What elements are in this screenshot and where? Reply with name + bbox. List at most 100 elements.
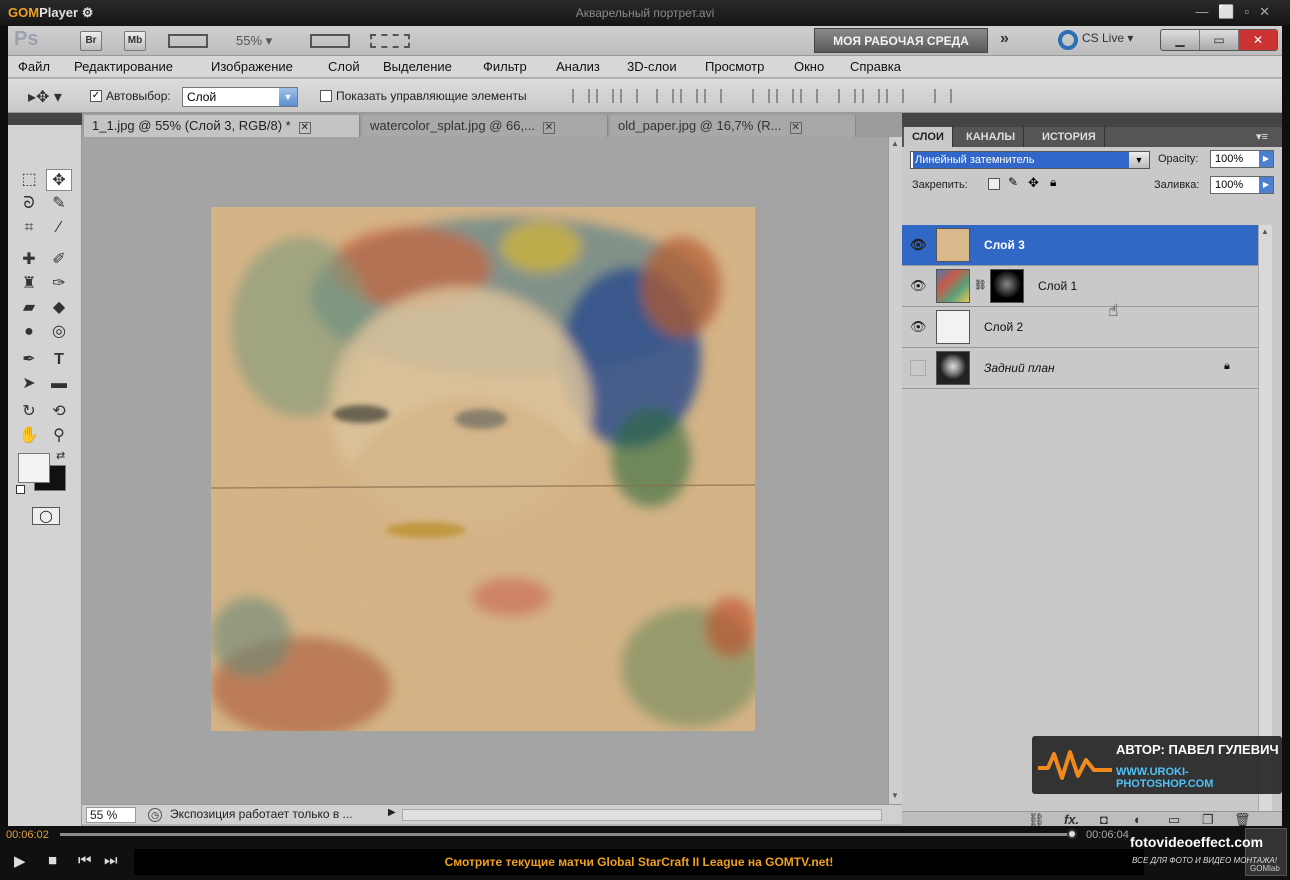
- lock-position-icon[interactable]: ✥: [1028, 175, 1039, 191]
- layers-scrollbar[interactable]: ▲: [1258, 225, 1272, 815]
- previous-icon[interactable]: ⏮︎: [78, 852, 92, 869]
- panel-dock-header[interactable]: [902, 113, 1282, 127]
- quick-mask-icon[interactable]: ◯: [32, 507, 60, 525]
- layer-name[interactable]: Слой 2: [984, 320, 1023, 334]
- fill-field[interactable]: 100% ▶: [1210, 176, 1274, 194]
- mask-icon[interactable]: ◘: [1100, 812, 1108, 827]
- tab-document-1[interactable]: 1_1.jpg @ 55% (Слой 3, RGB/8) * ✕: [84, 115, 360, 137]
- align-top-icon[interactable]: [572, 89, 590, 103]
- scroll-down-icon[interactable]: ▼: [891, 791, 899, 800]
- tab-channels[interactable]: КАНАЛЫ: [958, 127, 1025, 147]
- close-icon[interactable]: ✕: [789, 122, 802, 134]
- opacity-field[interactable]: 100% ▶: [1210, 150, 1274, 168]
- adjustment-icon[interactable]: ◐: [1134, 812, 1142, 827]
- menu-select[interactable]: Выделение: [383, 59, 452, 74]
- show-controls-checkbox[interactable]: [320, 90, 332, 102]
- seek-bar[interactable]: [60, 833, 1074, 836]
- 3d-rotate-icon[interactable]: ↻: [16, 401, 42, 423]
- eye-icon[interactable]: 👁︎: [910, 237, 927, 253]
- scroll-up-icon[interactable]: ▲: [891, 139, 899, 148]
- close-icon[interactable]: ✕: [1239, 30, 1277, 50]
- lock-all-icon[interactable]: 🔒︎: [1050, 175, 1056, 190]
- pen-tool-icon[interactable]: ✒: [16, 349, 42, 371]
- healing-brush-icon[interactable]: ✚: [16, 249, 42, 271]
- move-tool-icon[interactable]: ✥: [46, 169, 72, 191]
- history-brush-icon[interactable]: ✑: [46, 273, 72, 295]
- layer-name[interactable]: Задний план: [984, 361, 1055, 375]
- distribute-bottom-icon[interactable]: [800, 89, 818, 103]
- clone-stamp-icon[interactable]: ♜: [16, 273, 42, 295]
- tab-document-3[interactable]: old_paper.jpg @ 16,7% (R... ✕: [610, 115, 856, 137]
- news-ticker[interactable]: Смотрите текущие матчи Global StarCraft …: [134, 849, 1144, 875]
- tools-panel-header[interactable]: [8, 113, 82, 125]
- layer-row[interactable]: 👁︎ ⛓︎ Слой 1: [902, 266, 1258, 307]
- menu-analysis[interactable]: Анализ: [556, 59, 600, 74]
- stop-icon[interactable]: ■: [48, 852, 57, 869]
- marquee-tool-icon[interactable]: ⬚: [16, 169, 42, 191]
- align-hcenter-icon[interactable]: [680, 89, 698, 103]
- scroll-up-icon[interactable]: ▲: [1261, 227, 1269, 236]
- menu-image[interactable]: Изображение: [211, 59, 293, 74]
- swap-colors-icon[interactable]: ⇄: [56, 449, 65, 462]
- default-colors-icon[interactable]: [16, 485, 25, 494]
- chain-link-icon[interactable]: ⛓︎: [974, 280, 987, 291]
- blur-tool-icon[interactable]: ●: [16, 321, 42, 343]
- ps-window-controls[interactable]: ▁ ▭ ✕: [1160, 29, 1278, 51]
- align-right-icon[interactable]: [704, 89, 722, 103]
- menu-file[interactable]: Файл: [18, 59, 50, 74]
- distribute-top-icon[interactable]: [752, 89, 770, 103]
- distribute-vcenter-icon[interactable]: [776, 89, 794, 103]
- distribute-right-icon[interactable]: [886, 89, 904, 103]
- menu-filter[interactable]: Фильтр: [483, 59, 527, 74]
- layer-mask-thumbnail[interactable]: [990, 269, 1024, 303]
- canvas-horizontal-scrollbar[interactable]: [402, 809, 882, 821]
- layer-name[interactable]: Слой 1: [1038, 279, 1077, 293]
- eye-icon[interactable]: 👁︎: [910, 319, 927, 335]
- foreground-color-front[interactable]: [18, 453, 50, 483]
- lock-pixels-icon[interactable]: ✎: [1008, 175, 1018, 189]
- maximize-icon[interactable]: ▭: [1200, 30, 1239, 50]
- layer-row[interactable]: Задний план 🔒︎: [902, 348, 1258, 389]
- tab-layers[interactable]: СЛОИ: [904, 127, 953, 147]
- fx-icon[interactable]: fx.: [1064, 812, 1079, 827]
- 3d-orbit-icon[interactable]: ⟲: [46, 401, 72, 423]
- seek-handle[interactable]: [1067, 829, 1077, 839]
- play-icon[interactable]: ▶: [14, 852, 26, 870]
- menu-edit[interactable]: Редактирование: [74, 59, 173, 74]
- layer-row[interactable]: 👁︎ Слой 2: [902, 307, 1258, 348]
- hand-tool-icon[interactable]: ✋: [16, 425, 42, 447]
- eye-icon[interactable]: 👁︎: [910, 278, 927, 294]
- minibridge-button[interactable]: Mb: [124, 31, 146, 51]
- autoselect-checkbox[interactable]: ✓: [90, 90, 102, 102]
- dodge-tool-icon[interactable]: ◎: [46, 321, 72, 343]
- type-tool-icon[interactable]: T: [46, 349, 72, 371]
- menu-help[interactable]: Справка: [850, 59, 901, 74]
- layer-name[interactable]: Слой 3: [984, 238, 1025, 252]
- path-select-icon[interactable]: ➤: [16, 373, 42, 395]
- zoom-tool-icon[interactable]: ⚲: [46, 425, 72, 447]
- align-vcenter-icon[interactable]: [596, 89, 614, 103]
- canvas-area[interactable]: [82, 137, 888, 807]
- view-extras-icon[interactable]: [168, 34, 208, 48]
- align-bottom-icon[interactable]: [620, 89, 638, 103]
- quick-select-tool-icon[interactable]: ✎: [46, 193, 72, 215]
- menu-3d[interactable]: 3D-слои: [627, 59, 677, 74]
- blend-mode-select[interactable]: Линейный затемнитель ▼: [910, 151, 1150, 169]
- lasso-tool-icon[interactable]: ᘐ: [16, 193, 42, 215]
- tab-history[interactable]: ИСТОРИЯ: [1034, 127, 1105, 147]
- close-icon[interactable]: ✕: [542, 122, 555, 134]
- eraser-tool-icon[interactable]: ▰: [16, 297, 42, 319]
- menu-layer[interactable]: Слой: [328, 59, 360, 74]
- rectangle-tool-icon[interactable]: ▬: [46, 373, 72, 395]
- paint-bucket-icon[interactable]: ◆: [46, 297, 72, 319]
- menu-window[interactable]: Окно: [794, 59, 824, 74]
- minimize-icon[interactable]: ▁: [1161, 30, 1200, 50]
- workspace-button[interactable]: МОЯ РАБОЧАЯ СРЕДА: [814, 28, 988, 53]
- status-menu-arrow-icon[interactable]: ▶: [388, 807, 396, 818]
- next-icon[interactable]: ⏭︎: [104, 852, 118, 869]
- status-info-icon[interactable]: ◷: [148, 808, 162, 822]
- tab-document-2[interactable]: watercolor_splat.jpg @ 66,... ✕: [362, 115, 608, 137]
- move-tool-preset-icon[interactable]: ▸✥ ▾: [28, 87, 62, 107]
- close-icon[interactable]: ✕: [298, 122, 311, 134]
- auto-align-icon[interactable]: [934, 89, 952, 103]
